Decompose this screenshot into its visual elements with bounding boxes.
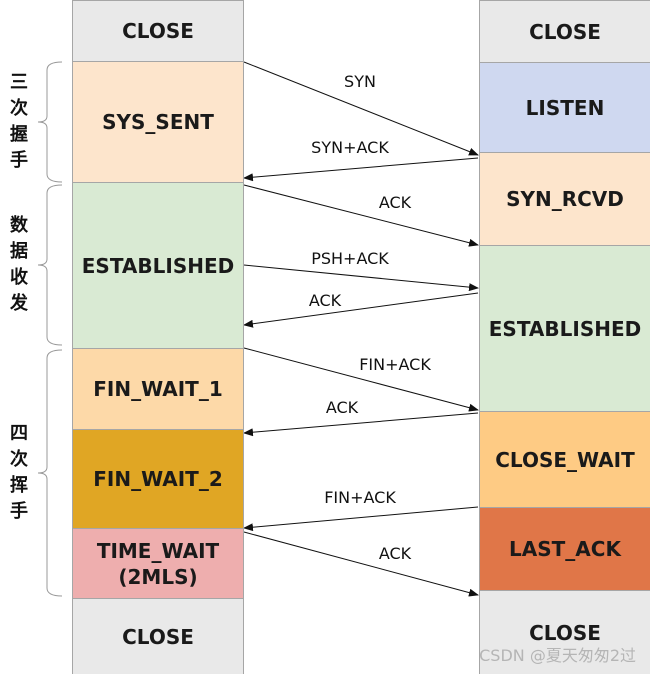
message-label: FIN+ACK xyxy=(324,488,396,507)
right-state-last-ack: LAST_ACK xyxy=(479,507,650,591)
phase-brace xyxy=(37,184,63,346)
left-state-time-wait: TIME_WAIT (2MLS) xyxy=(72,528,244,599)
right-state-close: CLOSE xyxy=(479,0,650,63)
left-state-fin-wait-1: FIN_WAIT_1 xyxy=(72,348,244,430)
message-arrow xyxy=(243,157,479,182)
message-label: ACK xyxy=(378,544,412,563)
left-state-close: CLOSE xyxy=(72,598,244,674)
message-label: SYN+ACK xyxy=(311,138,389,157)
left-state-sys-sent: SYS_SENT xyxy=(72,61,244,183)
message-arrow xyxy=(243,292,479,328)
phase-brace xyxy=(37,61,63,183)
right-state-listen: LISTEN xyxy=(479,62,650,153)
message-label: SYN xyxy=(344,72,376,91)
phase-label-teardown: 四次挥手 xyxy=(10,423,28,522)
left-state-established: ESTABLISHED xyxy=(72,182,244,349)
message-arrow xyxy=(243,531,479,597)
right-state-close-wait: CLOSE_WAIT xyxy=(479,411,650,508)
message-arrow xyxy=(243,184,479,247)
left-state-fin-wait-2: FIN_WAIT_2 xyxy=(72,429,244,529)
message-label: FIN+ACK xyxy=(359,355,431,374)
message-arrow xyxy=(243,264,479,292)
left-state-close: CLOSE xyxy=(72,0,244,62)
phase-label-data-transfer: 数据收发 xyxy=(10,215,28,314)
message-arrow xyxy=(243,506,479,532)
message-label: ACK xyxy=(325,398,359,417)
right-state-established: ESTABLISHED xyxy=(479,245,650,412)
tcp-state-diagram: CLOSE SYS_SENT ESTABLISHED FIN_WAIT_1 FIN_WA… xyxy=(0,0,650,674)
message-label: PSH+ACK xyxy=(311,249,389,268)
phase-label-handshake: 三次握手 xyxy=(10,72,28,171)
message-label: ACK xyxy=(378,193,412,212)
watermark: CSDN @夏天匆匆2过 xyxy=(479,646,636,665)
right-state-syn-rcvd: SYN_RCVD xyxy=(479,152,650,246)
phase-brace xyxy=(37,349,63,597)
message-arrow xyxy=(243,412,479,437)
message-label: ACK xyxy=(308,291,342,310)
